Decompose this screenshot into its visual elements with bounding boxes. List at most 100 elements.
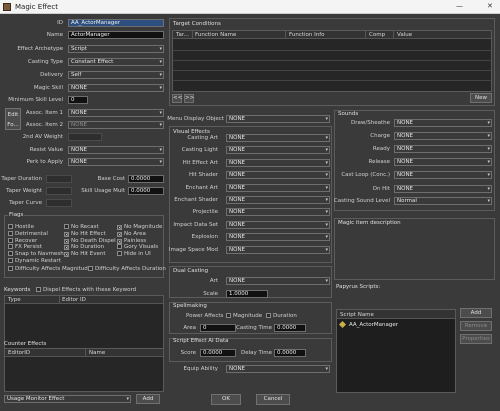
magnitude-checkbox[interactable]: Magnitude [226, 313, 262, 319]
counter-effect-select[interactable]: Usage Monitor Effect [4, 395, 131, 403]
flag-checkbox[interactable]: Gory Visuals [117, 244, 158, 250]
flag-checkbox[interactable]: ✕ No Death Dispel [64, 238, 116, 244]
flag-checkbox[interactable]: Difficulty Affects Magnitude [8, 266, 91, 272]
vfx-row-select[interactable]: NONE [226, 146, 330, 155]
vfx-row-select[interactable]: NONE [226, 220, 330, 229]
flag-checkbox[interactable]: Recover [8, 237, 37, 244]
flag-checkbox[interactable]: No Recast [64, 224, 99, 230]
sound-row-select[interactable]: NONE [394, 132, 492, 141]
checked-box-icon: ✕ [117, 238, 122, 244]
vfx-row-select[interactable]: NONE [226, 171, 330, 180]
cancel-button[interactable]: Cancel [256, 394, 290, 405]
effect-archetype-select[interactable]: Script [68, 45, 164, 53]
papyrus-remove-button[interactable]: Remove [460, 321, 492, 331]
close-button[interactable]: ✕ [487, 2, 493, 10]
papyrus-title: Papyrus Scripts: [336, 284, 381, 290]
id-field[interactable]: AA_ActorManager [68, 19, 164, 27]
vfx-row-select[interactable]: NONE [226, 233, 330, 242]
counter-col-editorid[interactable]: EditorID [8, 350, 30, 356]
flag-checkbox[interactable]: Snap to Navmesh [8, 251, 64, 257]
vfx-row-select[interactable]: NONE [226, 245, 330, 254]
flag-checkbox[interactable]: Dynamic Restart [8, 258, 61, 264]
cond-col-value[interactable]: Value [397, 32, 412, 38]
vfx-row-select[interactable]: NONE [226, 134, 330, 142]
description-textarea[interactable] [336, 228, 493, 278]
flag-checkbox[interactable]: ✕ No Hit Event [64, 251, 106, 258]
resist-value-select[interactable]: NONE [68, 146, 164, 154]
spellmaking-title: Spellmaking [173, 303, 207, 309]
dispel-keywords-label: Dispel Effects with these Keyword [43, 287, 137, 293]
edit-form-button[interactable]: Edit Fo... [5, 108, 21, 130]
papyrus-properties-button[interactable]: Properties [460, 334, 492, 344]
vfx-row-select[interactable]: NONE [226, 208, 330, 217]
sound-row-select[interactable]: NONE [394, 119, 492, 127]
name-field[interactable]: ActorManager [68, 31, 164, 39]
sound-row-select[interactable]: NONE [394, 145, 492, 154]
cond-col-target[interactable]: Tar... [176, 32, 189, 38]
flag-checkbox[interactable]: ✕ No Area [117, 231, 146, 237]
dispel-keywords-checkbox[interactable]: Dispel Effects with these Keyword [36, 287, 136, 293]
target-conditions-list[interactable]: Tar... Function Name Function Info Comp … [172, 30, 492, 92]
second-av-weight-field[interactable] [68, 133, 102, 141]
papyrus-script-row[interactable]: AA_ActorManager [338, 320, 451, 329]
papyrus-col-script-name[interactable]: Script Name [340, 312, 374, 318]
flag-checkbox[interactable]: Hostile [8, 224, 34, 230]
target-conditions-title: Target Conditions [173, 21, 221, 27]
magic-skill-select[interactable]: NONE [68, 84, 164, 92]
sound-row-select[interactable]: NONE [394, 184, 492, 193]
delay-time-field[interactable]: 0.0000 [274, 349, 306, 357]
keywords-col-editorid[interactable]: Editor ID [62, 297, 86, 303]
flag-checkbox[interactable]: ✕ No Hit Effect [64, 231, 106, 237]
menu-display-select[interactable]: NONE [226, 115, 330, 123]
dual-art-select[interactable]: NONE [226, 277, 330, 285]
conditions-prev-button[interactable]: << [172, 94, 182, 103]
sound-row-select[interactable]: NONE [394, 158, 492, 167]
perk-to-apply-select[interactable]: NONE [68, 158, 164, 166]
assoc-item1-select[interactable]: NONE [68, 109, 164, 117]
taper-duration-field[interactable] [46, 175, 72, 183]
cond-col-function-name[interactable]: Function Name [195, 32, 236, 38]
flag-label: No Hit Event [71, 251, 106, 258]
duration-checkbox[interactable]: Duration [266, 313, 297, 319]
taper-curve-field[interactable] [46, 199, 72, 207]
taper-weight-field[interactable] [46, 187, 72, 195]
ok-button[interactable]: OK [211, 394, 241, 405]
skill-usage-mult-field[interactable]: 0.0000 [128, 187, 164, 195]
assoc-item2-select[interactable]: NONE [68, 121, 164, 129]
flag-checkbox[interactable]: Detrimental [8, 230, 48, 237]
sound-row-label: Draw/Sheathe [351, 120, 390, 126]
counter-add-button[interactable]: Add [136, 394, 160, 404]
casting-time-field[interactable]: 0.0000 [274, 324, 306, 332]
flag-checkbox[interactable]: ✕ Painless [117, 238, 146, 244]
papyrus-add-button[interactable]: Add [460, 308, 492, 318]
counter-effects-list[interactable]: EditorID Name [4, 348, 164, 392]
sound-row-select[interactable]: NONE [394, 171, 492, 180]
delivery-select[interactable]: Self [68, 71, 164, 79]
casting-sound-level-select[interactable]: Normal [394, 197, 492, 205]
flag-checkbox[interactable]: Difficulty Affects Duration [88, 266, 166, 272]
flag-checkbox[interactable]: ✕ No Magnitude [117, 224, 162, 230]
conditions-next-button[interactable]: >> [184, 94, 194, 103]
area-field[interactable]: 0 [200, 324, 236, 332]
min-skill-level-field[interactable]: 0 [68, 96, 88, 104]
conditions-new-button[interactable]: New [470, 93, 492, 103]
dual-scale-field[interactable]: 1.0000 [226, 290, 268, 298]
score-field[interactable]: 0.0000 [200, 349, 236, 357]
papyrus-scripts-list[interactable]: Script Name AA_ActorManager [336, 309, 456, 393]
minimize-button[interactable]: — [456, 2, 463, 10]
base-cost-field[interactable]: 0.0000 [128, 175, 164, 183]
counter-col-name[interactable]: Name [89, 350, 105, 356]
cond-col-comp[interactable]: Comp [369, 32, 385, 38]
vfx-row-select[interactable]: NONE [226, 196, 330, 204]
flag-checkbox[interactable]: Hide in UI [117, 251, 151, 257]
vfx-row-select[interactable]: NONE [226, 158, 330, 167]
casting-type-select[interactable]: Constant Effect [68, 58, 164, 66]
empty-box-icon [8, 224, 13, 229]
flag-checkbox[interactable]: ✕ No Duration [64, 244, 104, 251]
flag-checkbox[interactable]: FX Persist [8, 244, 42, 250]
equip-ability-select[interactable]: NONE [226, 365, 330, 373]
cond-col-function-info[interactable]: Function Info [289, 32, 325, 38]
keywords-col-type[interactable]: Type [8, 297, 21, 303]
vfx-row-select[interactable]: NONE [226, 183, 330, 192]
sound-row-label: Release [368, 159, 391, 166]
